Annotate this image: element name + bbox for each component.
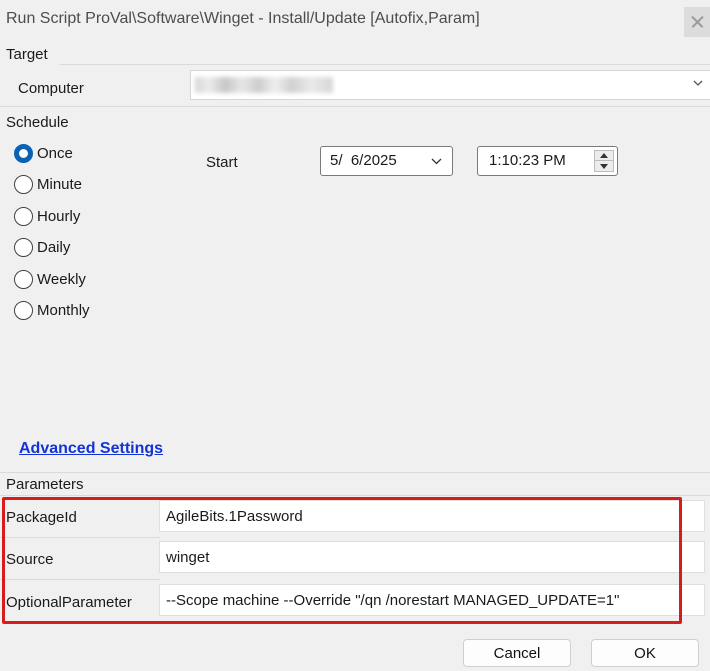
param-input-packageid[interactable]: AgileBits.1Password	[159, 500, 705, 532]
advanced-settings-link[interactable]: Advanced Settings	[19, 440, 163, 458]
radio-button[interactable]	[14, 206, 33, 226]
window-title: Run Script ProVal\Software\Winget - Inst…	[6, 10, 480, 27]
param-input-optionalparameter[interactable]: --Scope machine --Override "/qn /noresta…	[159, 584, 705, 616]
target-section-label: Target	[6, 46, 48, 63]
spin-up-icon[interactable]	[595, 151, 613, 161]
radio-hourly[interactable]: Hourly	[14, 205, 80, 227]
radio-label: Weekly	[37, 270, 86, 288]
radio-button[interactable]	[14, 300, 33, 320]
computer-label: Computer	[18, 80, 84, 97]
radio-label: Minute	[37, 175, 83, 193]
divider	[0, 472, 710, 473]
param-value: winget	[166, 549, 210, 566]
radio-daily[interactable]: Daily	[14, 236, 70, 258]
start-time-value: 1:10:23 PM	[489, 152, 566, 169]
computer-select[interactable]	[190, 70, 710, 100]
spin-down-icon[interactable]	[595, 161, 613, 171]
param-value: AgileBits.1Password	[166, 508, 303, 525]
radio-label: Daily	[37, 238, 71, 256]
radio-label: Hourly	[37, 207, 81, 225]
title-bar: Run Script ProVal\Software\Winget - Inst…	[0, 0, 710, 38]
start-date-value: 5/ 6/2025	[330, 152, 397, 169]
divider	[0, 537, 160, 538]
chevron-down-icon	[693, 80, 703, 86]
radio-once[interactable]: Once	[14, 142, 73, 164]
radio-button[interactable]	[14, 269, 33, 289]
ok-button[interactable]: OK	[591, 639, 699, 667]
param-name-packageid: PackageId	[6, 509, 77, 526]
param-input-source[interactable]: winget	[159, 541, 705, 573]
radio-monthly[interactable]: Monthly	[14, 299, 90, 321]
schedule-section-label: Schedule	[6, 114, 69, 131]
radio-minute[interactable]: Minute	[14, 173, 82, 195]
radio-button[interactable]	[14, 143, 33, 163]
radio-label: Once	[37, 144, 73, 162]
close-icon[interactable]	[684, 7, 710, 37]
divider	[60, 64, 710, 65]
param-name-source: Source	[6, 551, 54, 568]
start-label: Start	[206, 154, 238, 171]
chevron-down-icon	[431, 158, 442, 165]
radio-button[interactable]	[14, 237, 33, 257]
radio-weekly[interactable]: Weekly	[14, 268, 86, 290]
param-name-optionalparameter: OptionalParameter	[6, 594, 132, 611]
parameters-section-label: Parameters	[6, 476, 84, 493]
time-spinner[interactable]	[594, 150, 614, 172]
cancel-button[interactable]: Cancel	[463, 639, 571, 667]
radio-button[interactable]	[14, 174, 33, 194]
divider	[0, 495, 710, 496]
radio-label: Monthly	[37, 301, 90, 319]
computer-value-redacted	[195, 77, 333, 93]
divider	[0, 579, 160, 580]
param-value: --Scope machine --Override "/qn /noresta…	[166, 592, 620, 609]
divider	[0, 106, 710, 107]
start-date-picker[interactable]: 5/ 6/2025	[320, 146, 453, 176]
start-time-picker[interactable]: 1:10:23 PM	[477, 146, 618, 176]
